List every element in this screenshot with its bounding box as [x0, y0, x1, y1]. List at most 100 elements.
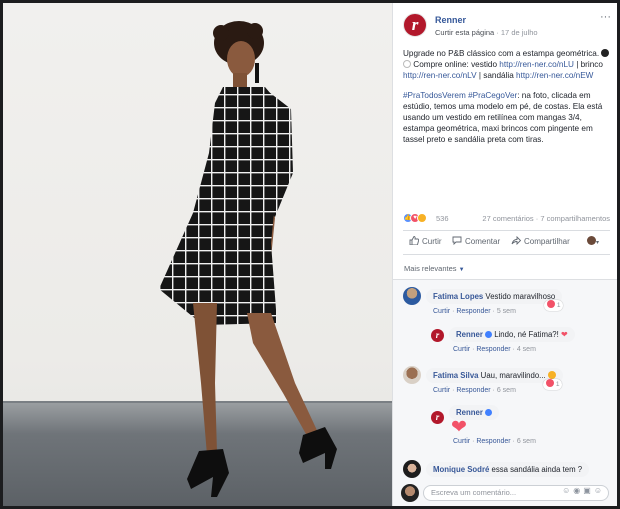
- comment-reaction-count: 1: [556, 302, 561, 309]
- chevron-down-icon: ▾: [596, 240, 600, 246]
- commenter-avatar[interactable]: [403, 366, 421, 384]
- post-text: Upgrade no P&B clássico com a estampa ge…: [403, 49, 610, 155]
- comments-count[interactable]: 27 comentários: [482, 214, 533, 223]
- post-line-1: Upgrade no P&B clássico com a estampa ge…: [403, 49, 600, 58]
- share-button[interactable]: Compartilhar: [511, 236, 570, 246]
- comment-reply-link[interactable]: Responder: [456, 308, 490, 315]
- camera-icon[interactable]: ◉: [573, 486, 583, 495]
- comment-text: Vestido maravilhoso: [483, 292, 556, 301]
- post-panel: r Renner Curtir esta página · 17 de julh…: [392, 3, 617, 506]
- reply-time[interactable]: 6 sem: [517, 438, 536, 445]
- reply-avatar[interactable]: r: [431, 411, 444, 424]
- filter-caret-icon: ▼: [458, 267, 465, 273]
- verified-badge-icon: [485, 331, 493, 338]
- thumbs-up-icon: [409, 236, 419, 245]
- love-reaction-icon: [546, 379, 554, 387]
- reply-like-link[interactable]: Curtir: [453, 438, 470, 445]
- earring-link[interactable]: http://ren-ner.co/nLV: [403, 71, 477, 80]
- reply-time[interactable]: 4 sem: [517, 346, 536, 353]
- dress-link[interactable]: http://ren-ner.co/nLU: [499, 60, 574, 69]
- verified-badge-icon: [485, 409, 493, 416]
- comment-filter[interactable]: Mais relevantes ▼: [404, 264, 465, 273]
- user-avatar-small: [587, 236, 596, 245]
- commenter-avatar[interactable]: [403, 287, 421, 305]
- reply-meta: Curtir · Responder · 4 sem: [453, 346, 536, 353]
- comment-author[interactable]: Fatima Lopes: [433, 292, 483, 301]
- reply-like-link[interactable]: Curtir: [453, 346, 470, 353]
- comment-author[interactable]: Monique Sodré: [433, 465, 489, 474]
- comment-time[interactable]: 6 sem: [497, 387, 516, 394]
- reaction-stats: 👍♥ 536 27 comentários · 7 compartilhamen…: [403, 213, 610, 227]
- heart-sticker-icon: ❤: [451, 417, 467, 438]
- post-paragraph-1: Upgrade no P&B clássico com a estampa ge…: [403, 49, 610, 81]
- heart-eyes-emoji-icon: [547, 371, 556, 379]
- comment-meta: Curtir · Responder · 6 sem: [433, 387, 516, 394]
- sticker-icon[interactable]: ☺: [594, 486, 605, 495]
- comment-label: Comentar: [465, 237, 501, 246]
- like-page-link[interactable]: Curtir esta página: [435, 28, 494, 37]
- sandal-prefix: | sandália: [476, 70, 517, 80]
- post-date[interactable]: 17 de julho: [501, 28, 538, 37]
- facebook-photo-viewer: r Renner Curtir esta página · 17 de julh…: [3, 3, 617, 506]
- comment-time[interactable]: 5 sem: [497, 308, 516, 315]
- composer-icons: ☺◉▣☺: [562, 486, 605, 495]
- separator-dot: ·: [496, 28, 499, 37]
- earring-prefix: | brinco: [573, 59, 603, 69]
- like-label: Curtir: [422, 237, 442, 246]
- comment-bubble: Fatima Lopes Vestido maravilhoso: [426, 289, 563, 304]
- like-button[interactable]: Curtir: [409, 236, 442, 246]
- comment-text: essa sandália ainda tem ?: [489, 465, 583, 474]
- model-illustration: [159, 21, 337, 497]
- black-circle-icon: [601, 49, 610, 57]
- comment-composer: Escreva um comentário... ☺◉▣☺: [401, 483, 611, 503]
- post-paragraph-2: #PraTodosVerem #PraCegoVer: na foto, cli…: [403, 91, 610, 145]
- comment-meta: Curtir · Responder · 5 sem: [433, 308, 516, 315]
- comment-reaction-badge[interactable]: 1: [544, 300, 564, 311]
- reply-bubble: Renner Lindo, né Fatima?! ❤: [449, 327, 575, 342]
- stats-dot: ·: [535, 214, 539, 223]
- reply-author[interactable]: Renner: [456, 408, 483, 417]
- reply-reply-link[interactable]: Responder: [476, 346, 510, 353]
- post-photo[interactable]: [3, 3, 392, 506]
- shop-prefix: Compre online: vestido: [413, 59, 500, 69]
- comment-button[interactable]: Comentar: [452, 236, 500, 246]
- comment-like-link[interactable]: Curtir: [433, 308, 450, 315]
- comment-icon: [452, 236, 462, 245]
- divider-top: [403, 230, 610, 231]
- post-header: r Renner Curtir esta página · 17 de julh…: [403, 11, 613, 41]
- comment-bubble: Monique Sodré essa sandália ainda tem ?: [426, 462, 590, 477]
- comment-author[interactable]: Fatima Silva: [433, 371, 479, 380]
- reaction-count[interactable]: 536: [436, 214, 449, 223]
- commenter-avatar[interactable]: [403, 460, 421, 478]
- action-bar: Curtir Comentar Compartilhar ▾: [403, 234, 610, 250]
- love-reaction-icon: [547, 300, 555, 308]
- reply-meta: Curtir · Responder · 6 sem: [453, 438, 536, 445]
- hashtags[interactable]: #PraTodosVerem #PraCegoVer: [403, 91, 517, 100]
- comment-like-link[interactable]: Curtir: [433, 387, 450, 394]
- comment-bubble: Fatima Silva Uau, maravilindo...: [426, 368, 563, 383]
- filter-label: Mais relevantes: [404, 264, 457, 273]
- gif-icon[interactable]: ▣: [583, 486, 594, 495]
- more-options-icon[interactable]: ···: [600, 11, 611, 23]
- shares-count[interactable]: 7 compartilhamentos: [540, 214, 610, 223]
- comment-text: Uau, maravilindo...: [478, 371, 546, 380]
- comment-reaction-badge[interactable]: 1: [543, 379, 563, 390]
- divider-bottom: [403, 254, 610, 255]
- sandal-link[interactable]: http://ren-ner.co/nEW: [516, 71, 593, 80]
- reply-text: Lindo, né Fatima?!: [492, 330, 559, 339]
- comment-reply-link[interactable]: Responder: [456, 387, 490, 394]
- page-name[interactable]: Renner: [435, 15, 466, 25]
- page-avatar[interactable]: r: [403, 13, 427, 37]
- reply-avatar[interactable]: r: [431, 329, 444, 342]
- reaction-icons[interactable]: 👍♥: [403, 213, 427, 225]
- wow-reaction-icon: [417, 213, 427, 224]
- comment-reaction-count: 1: [555, 381, 560, 388]
- reply-reply-link[interactable]: Responder: [476, 438, 510, 445]
- share-icon: [511, 236, 521, 245]
- reaction-selector[interactable]: ▾: [587, 236, 599, 246]
- reply-author[interactable]: Renner: [456, 330, 483, 339]
- emoji-icon[interactable]: ☺: [562, 486, 573, 495]
- comments-section: Fatima Lopes Vestido maravilhoso 1 Curti…: [393, 279, 617, 506]
- heart-emoji-icon: ❤: [560, 330, 568, 339]
- stats-right: 27 comentários · 7 compartilhamentos: [482, 214, 610, 223]
